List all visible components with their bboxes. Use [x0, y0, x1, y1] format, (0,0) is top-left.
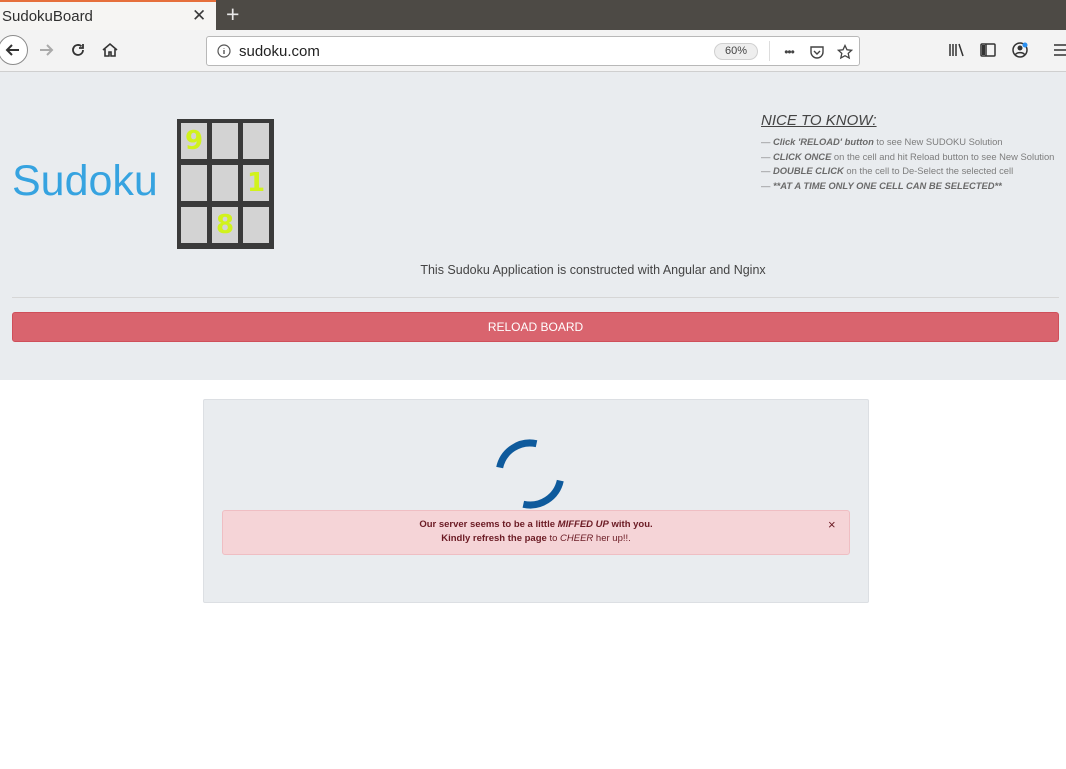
home-button[interactable] [96, 36, 124, 64]
logo-cell [181, 165, 207, 201]
reload-board-button[interactable]: RELOAD BOARD [12, 312, 1059, 342]
logo-cell: 8 [212, 207, 238, 243]
tip-prefix: — [761, 165, 773, 176]
library-icon [949, 43, 964, 57]
alert-text: Our server seems to be a little [419, 519, 558, 530]
alert-text: with you. [608, 519, 653, 530]
tip-item: — DOUBLE CLICK on the cell to De-Select … [761, 164, 1066, 179]
address-bar[interactable]: sudoku.com 60% ••• [206, 36, 860, 66]
tip-item: — CLICK ONCE on the cell and hit Reload … [761, 150, 1066, 165]
back-button[interactable] [0, 35, 28, 65]
alert-close-icon[interactable]: × [828, 517, 836, 532]
tab-close-icon[interactable]: ✕ [192, 6, 206, 26]
alert-emphasis: MIFFED UP [557, 519, 609, 530]
logo-cell [212, 165, 238, 201]
site-info-icon[interactable] [217, 44, 231, 63]
reload-icon [72, 44, 84, 56]
sidebar-button[interactable] [974, 36, 1002, 64]
logo-cell [181, 207, 207, 243]
alert-line-2: Kindly refresh the page to CHEER her up!… [223, 533, 849, 544]
bookmark-star-icon[interactable] [835, 42, 855, 62]
page-actions-menu-icon[interactable]: ••• [779, 42, 799, 62]
zoom-level-badge[interactable]: 60% [714, 43, 758, 60]
tip-prefix: — [761, 179, 773, 191]
brand-title: Sudoku [12, 157, 158, 205]
library-button[interactable] [942, 36, 970, 64]
account-button[interactable] [1006, 36, 1034, 64]
browser-tab[interactable]: SudokuBoard ✕ [0, 0, 216, 30]
tip-bold: **AT A TIME ONLY ONE CELL CAN BE SELECTE… [772, 179, 1002, 191]
loading-spinner-icon [495, 439, 565, 509]
alert-text: her up!!. [593, 533, 631, 544]
forward-arrow-icon [40, 44, 54, 56]
logo-cell [243, 207, 269, 243]
logo-cell [243, 123, 269, 159]
tip-prefix: — [761, 150, 773, 162]
tab-strip: SudokuBoard ✕ + [0, 0, 1066, 30]
tab-title: SudokuBoard [2, 8, 93, 25]
new-tab-icon[interactable]: + [226, 1, 239, 28]
alert-line-1: Our server seems to be a little MIFFED U… [223, 519, 849, 530]
logo-cell: 9 [181, 123, 207, 159]
url-text[interactable]: sudoku.com [239, 43, 320, 60]
sidebar-icon [980, 43, 996, 57]
url-separator [769, 41, 770, 61]
divider [12, 297, 1059, 298]
tip-bold: Click 'RELOAD' button [772, 136, 874, 147]
hamburger-menu-icon [1054, 44, 1066, 56]
alert-text: to [546, 533, 561, 544]
tip-text: on the cell and hit Reload button to see… [831, 150, 1055, 162]
back-arrow-icon [5, 44, 19, 56]
tip-item: — Click 'RELOAD' button to see New SUDOK… [761, 135, 1066, 150]
home-icon [102, 42, 118, 57]
navigation-toolbar: sudoku.com 60% ••• [0, 30, 1066, 72]
board-container: Our server seems to be a little MIFFED U… [203, 399, 869, 603]
sudoku-logo: 9 1 8 [177, 119, 274, 249]
forward-button[interactable] [32, 36, 60, 64]
header-jumbotron: Sudoku 9 1 8 NICE TO KNOW: — Click 'RELO… [0, 72, 1066, 380]
tip-text: to see New SUDOKU Solution [873, 136, 1003, 147]
reload-page-button[interactable] [64, 36, 92, 64]
tip-bold: DOUBLE CLICK [772, 165, 844, 176]
alert-emphasis: CHEER [560, 533, 594, 544]
nice-to-know-panel: NICE TO KNOW: — Click 'RELOAD' button to… [761, 112, 1066, 193]
app-subtitle: This Sudoku Application is constructed w… [420, 263, 766, 277]
tip-item: — **AT A TIME ONLY ONE CELL CAN BE SELEC… [761, 179, 1066, 194]
alert-text: Kindly refresh the page [441, 533, 547, 544]
tip-text: on the cell to De-Select the selected ce… [843, 165, 1014, 176]
tip-prefix: — [761, 136, 773, 147]
menu-button[interactable] [1046, 36, 1066, 64]
account-icon [1012, 42, 1028, 58]
logo-cell: 1 [243, 165, 269, 201]
pocket-icon[interactable] [807, 42, 827, 62]
nice-to-know-title: NICE TO KNOW: [761, 112, 877, 129]
logo-cell [212, 123, 238, 159]
server-error-alert: Our server seems to be a little MIFFED U… [222, 510, 850, 555]
tip-bold: CLICK ONCE [772, 150, 832, 162]
